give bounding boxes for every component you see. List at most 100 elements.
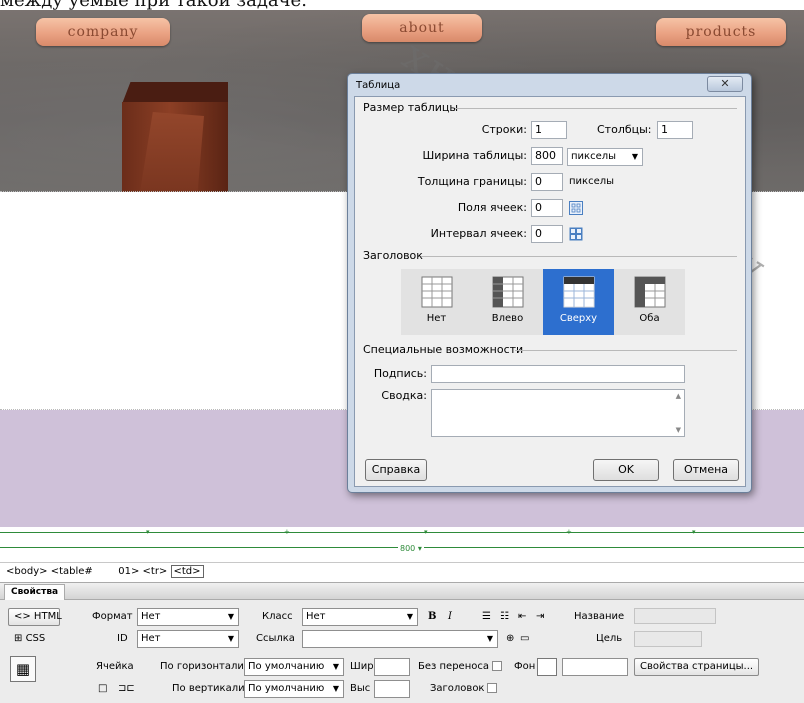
tag-tr[interactable]: <tr> — [143, 566, 168, 577]
cell-padding-label: Поля ячеек: — [457, 201, 527, 214]
chevron-down-icon: ▼ — [631, 152, 638, 161]
chevron-down-icon: ▼ — [332, 684, 339, 693]
border-input[interactable]: 0 — [531, 173, 563, 191]
properties-tab[interactable]: Свойства — [4, 584, 66, 600]
italic-button[interactable]: I — [448, 608, 452, 626]
vertical-label: По вертикали — [172, 683, 245, 694]
outdent-icon[interactable]: ⇤ — [518, 608, 526, 626]
width-label: Шир — [350, 661, 374, 672]
header-label: Заголовок — [430, 680, 498, 698]
scroll-down-icon: ▼ — [675, 426, 681, 434]
cell-width-input[interactable] — [374, 658, 410, 676]
css-mode-button[interactable]: ⊞ CSS — [14, 630, 45, 648]
document-caption-fragment: между уемые при такой задаче. — [0, 0, 804, 10]
nav-button-company[interactable]: company — [36, 18, 170, 46]
cell-spacing-input[interactable]: 0 — [531, 225, 563, 243]
size-group-label: Размер таблицы — [363, 101, 459, 114]
indent-icon[interactable]: ⇥ — [536, 608, 544, 626]
close-button[interactable]: ✕ — [707, 76, 743, 92]
bg-color-swatch[interactable] — [537, 658, 557, 676]
split-cell-icon[interactable]: ⊐⊏ — [118, 680, 135, 698]
nowrap-checkbox[interactable] — [491, 661, 502, 671]
cell-table-icon: ▦ — [10, 656, 36, 682]
header-options: Нет Влево Сверху Оба — [401, 269, 685, 335]
border-unit-label: пикселы — [569, 176, 615, 187]
table-width-label: Ширина таблицы: — [422, 149, 527, 162]
accessibility-group-label: Специальные возможности — [363, 343, 524, 356]
page-properties-button[interactable]: Свойства страницы... — [634, 658, 760, 676]
header-option-top[interactable]: Сверху — [543, 269, 614, 335]
format-select[interactable]: Нет ▼ — [137, 608, 239, 626]
tag-td[interactable]: <td> — [170, 565, 204, 578]
class-select[interactable]: Нет ▼ — [302, 608, 418, 626]
vertical-align-select[interactable]: По умолчанию ▼ — [244, 680, 344, 698]
bg-color-input[interactable] — [562, 658, 628, 676]
cell-padding-input[interactable]: 0 — [531, 199, 563, 217]
cell-height-input[interactable] — [374, 680, 410, 698]
nowrap-label: Без переноса — [418, 658, 502, 676]
target-select[interactable] — [634, 631, 702, 647]
cols-label: Столбцы: — [597, 123, 652, 136]
tag-id: 01> — [118, 566, 140, 577]
wood-block-image — [122, 82, 228, 192]
caption-label: Подпись: — [373, 367, 427, 380]
header-option-none[interactable]: Нет — [401, 269, 472, 335]
target-label: Цель — [596, 633, 623, 644]
tag-body[interactable]: <body> — [6, 566, 48, 577]
format-label: Формат — [92, 611, 133, 622]
id-select[interactable]: Нет ▼ — [137, 630, 239, 648]
bold-button[interactable]: B — [428, 608, 436, 626]
nav-button-about[interactable]: about — [362, 14, 482, 42]
table-top-icon — [563, 276, 595, 308]
title-label: Название — [574, 611, 625, 622]
tag-selector-bar: <body> <table# 01> <tr> <td> — [0, 562, 804, 582]
dialog-title: Таблица — [356, 80, 401, 91]
html-mode-button[interactable]: <> HTML — [8, 608, 62, 626]
table-dialog: Таблица ✕ Размер таблицы Строки: 1 Столб… — [347, 73, 752, 493]
header-group-label: Заголовок — [363, 249, 423, 262]
ordered-list-icon[interactable]: ☷ — [500, 608, 509, 626]
ok-button[interactable]: OK — [593, 459, 659, 481]
dialog-body: Размер таблицы Строки: 1 Столбцы: 1 Шири… — [354, 96, 746, 487]
cancel-button[interactable]: Отмена — [673, 459, 739, 481]
folder-icon[interactable]: ▭ — [520, 630, 529, 648]
title-field[interactable] — [634, 608, 716, 624]
header-option-left[interactable]: Влево — [472, 269, 543, 335]
horizontal-label: По горизонтали — [160, 661, 244, 672]
help-button[interactable]: Справка — [365, 459, 427, 481]
chevron-down-icon: ▼ — [227, 634, 234, 643]
border-label: Толщина границы: — [417, 175, 527, 188]
close-icon: ✕ — [720, 77, 730, 90]
merge-cells-icon[interactable]: □ — [98, 680, 107, 698]
column-guide-line — [0, 532, 804, 533]
tag-table[interactable]: <table# — [51, 566, 93, 577]
cell-spacing-label: Интервал ячеек: — [430, 227, 527, 240]
cell-label: Ячейка — [96, 661, 134, 672]
class-label: Класс — [262, 611, 293, 622]
rows-input[interactable]: 1 — [531, 121, 567, 139]
table-width-input[interactable]: 800 — [531, 147, 563, 165]
chevron-down-icon: ▼ — [406, 612, 413, 621]
summary-textarea[interactable]: ▲ ▼ — [431, 389, 685, 437]
bg-label: Фон — [514, 661, 536, 672]
link-input[interactable]: ▼ — [302, 630, 498, 648]
caption-input[interactable] — [431, 365, 685, 383]
summary-label: Сводка: — [381, 389, 427, 402]
point-to-file-icon[interactable]: ⊕ — [506, 630, 514, 648]
table-both-icon — [634, 276, 666, 308]
height-label: Выс — [350, 683, 371, 694]
chevron-down-icon: ▼ — [486, 634, 493, 643]
table-width-label: 800 ▾ — [398, 544, 424, 553]
cell-spacing-icon — [569, 227, 583, 241]
chevron-down-icon: ▼ — [227, 612, 234, 621]
header-checkbox[interactable] — [487, 683, 498, 693]
header-option-both[interactable]: Оба — [614, 269, 685, 335]
id-label: ID — [117, 633, 128, 644]
properties-header: Свойства — [0, 582, 804, 600]
unordered-list-icon[interactable]: ☰ — [482, 608, 491, 626]
horizontal-align-select[interactable]: По умолчанию ▼ — [244, 658, 344, 676]
properties-panel: <> HTML ⊞ CSS Формат Нет ▼ Класс Нет ▼ B I… — [0, 600, 804, 703]
cols-input[interactable]: 1 — [657, 121, 693, 139]
nav-button-products[interactable]: products — [656, 18, 786, 46]
width-unit-select[interactable]: пикселы ▼ — [567, 148, 643, 166]
